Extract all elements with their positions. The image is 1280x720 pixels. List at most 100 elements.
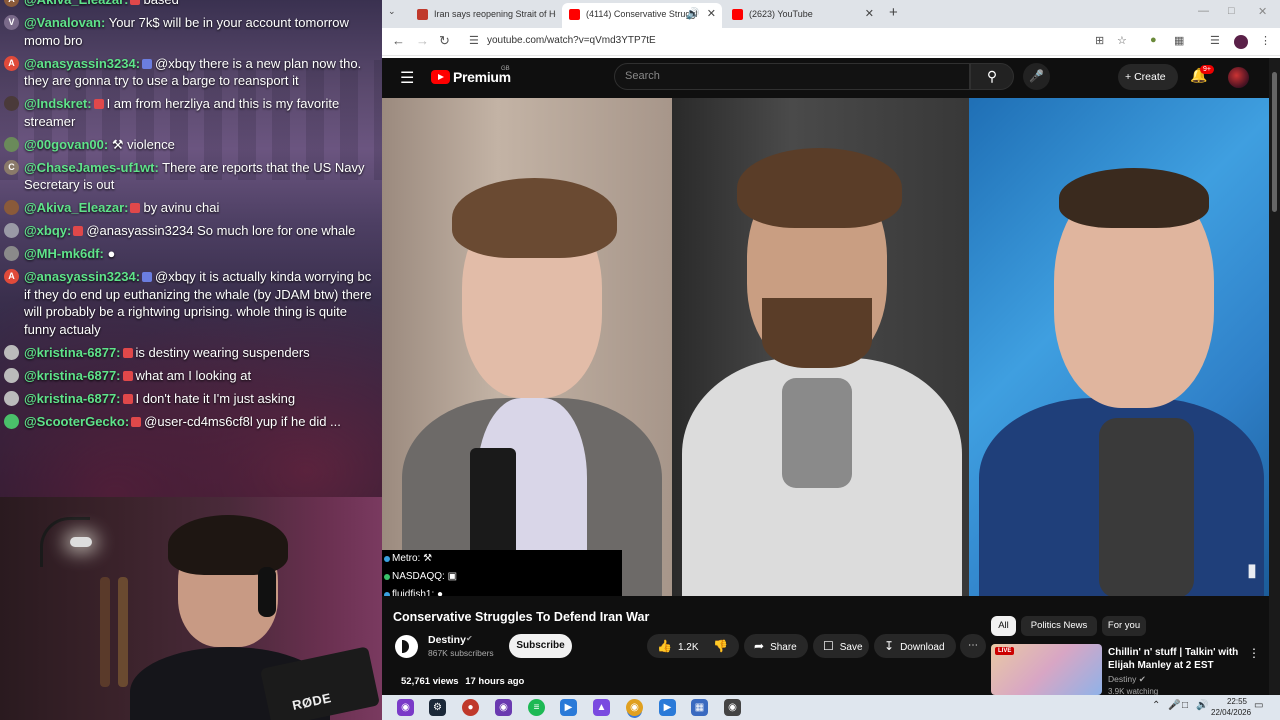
chip-politics-news[interactable]: Politics News [1021,616,1097,636]
spotify-icon[interactable]: ≡ [528,699,545,716]
microphone-tray-icon[interactable]: 🎤 [1168,700,1180,711]
chat-username[interactable]: @anasyassin3234: [24,269,140,284]
notifications-icon[interactable]: ▭ [1254,700,1263,711]
chat-username[interactable]: @Akiva_Eleazar: [24,0,128,7]
clock[interactable]: 22:55 22/04/2026 [1211,696,1251,718]
channel-avatar[interactable] [395,635,418,658]
tray-chevron-icon[interactable]: ⌃ [1152,700,1160,711]
extension-icon[interactable]: ● [1150,34,1157,46]
video-info-area: Conservative Struggles To Defend Iran Wa… [382,596,1280,695]
chat-username[interactable]: @MH-mk6df: [24,246,104,261]
account-avatar[interactable] [1228,67,1249,88]
news-favicon-icon [417,9,428,20]
chat-message: @MH-mk6df: ● [0,245,382,263]
minimize-icon[interactable]: — [1198,5,1209,17]
volume-icon[interactable]: 🔊 [1196,700,1208,711]
maximize-icon[interactable]: □ [1228,5,1235,17]
share-button[interactable]: ➦ Share [744,634,808,658]
site-info-icon[interactable]: ☰ [469,34,479,47]
extensions-puzzle-icon[interactable]: ▦ [1174,34,1184,47]
search-input[interactable] [625,70,945,82]
tab-bar: ⌄ Iran says reopening Strait of Ho (4114… [382,0,1280,28]
forward-icon[interactable]: → [416,33,429,48]
chip-for-you[interactable]: For you [1102,616,1146,636]
subscribe-button[interactable]: Subscribe [509,634,572,658]
like-icon[interactable]: 👍 [657,639,672,653]
back-icon[interactable]: ← [392,33,405,48]
close-window-icon[interactable]: ✕ [1258,5,1267,18]
bookmark-star-icon[interactable]: ☆ [1117,34,1127,47]
chat-username[interactable]: @Akiva_Eleazar: [24,200,128,215]
chat-username[interactable]: @kristina-6877: [24,345,121,360]
chat-username[interactable]: @ScooterGecko: [24,414,129,429]
chat-text: what am I looking at [135,367,252,383]
calculator-icon[interactable]: ▦ [691,699,708,716]
more-actions-button[interactable]: ⋯ [960,634,986,658]
close-tab-icon[interactable]: ✕ [865,3,874,25]
chat-username[interactable]: @00govan00: [24,137,108,152]
save-button[interactable]: ☐ Save [813,634,869,658]
chat-username[interactable]: @ChaseJames-uf1wt: [24,160,159,175]
like-count[interactable]: 1.2K [678,642,699,653]
speaker-hair [737,148,902,228]
streamer-hair [168,515,288,575]
page-scrollbar[interactable] [1269,58,1280,695]
steam-icon[interactable]: ⚙ [429,699,446,716]
tab-search-chevron-icon[interactable]: ⌄ [388,6,396,17]
youtube-logo-icon[interactable] [431,70,450,84]
scrollbar-thumb[interactable] [1272,72,1277,212]
overlay-emote: ▣ [447,571,458,582]
chat-username[interactable]: @Indskret: [24,96,92,111]
chat-text: is destiny wearing suspenders [135,344,310,360]
reload-icon[interactable]: ↻ [439,33,450,49]
chat-user-avatar [4,344,19,360]
recommended-more-icon[interactable]: ⋮ [1248,646,1260,660]
network-icon[interactable]: □ [1182,700,1188,711]
tab-youtube-video[interactable]: (4114) Conservative Struggl 🔊 ✕ [562,3,722,28]
search-button[interactable]: ⚲ [970,63,1014,90]
app-icon-editor[interactable]: ▶ [659,699,676,716]
video-panel-right-speaker [969,98,1269,596]
create-label: Create [1134,71,1166,83]
app-icon-purple[interactable]: ▲ [593,699,610,716]
chip-all[interactable]: All [991,616,1016,636]
close-tab-icon[interactable]: ✕ [707,3,716,25]
chat-username[interactable]: @anasyassin3234: [24,56,140,71]
chat-username[interactable]: @xbqy: [24,223,71,238]
chat-user-avatar [4,390,19,406]
app-icon-proton[interactable]: ◉ [397,699,414,716]
new-tab-icon[interactable]: + [889,4,898,21]
app-icon-dark[interactable]: ◉ [724,699,741,716]
chat-message: C @ChaseJames-uf1wt: There are reports th… [0,159,382,194]
create-button[interactable]: + Create [1118,64,1178,90]
chat-badge-icon [122,393,133,404]
chat-username[interactable]: @kristina-6877: [24,368,121,383]
obs-icon[interactable]: ◉ [495,699,512,716]
download-button[interactable]: ↧ Download [874,634,956,658]
video-player[interactable]: Metro: ⚒ NASDAQQ: ▣ fluidfish1: ● ▮ [382,98,1269,596]
chat-username[interactable]: @Vanalovan: [24,15,105,30]
chrome-icon[interactable]: ◉ [626,699,643,716]
reading-list-icon[interactable]: ☰ [1210,34,1220,47]
channel-watermark-icon[interactable]: ▮ [1247,560,1257,581]
recommended-channel[interactable]: Destiny ✔ [1108,674,1146,685]
url-field[interactable]: youtube.com/watch?v=qVmd3YTP7tE [487,35,656,46]
profile-avatar[interactable] [1234,35,1248,49]
tab-iran-news[interactable]: Iran says reopening Strait of Ho [410,3,556,28]
browser-menu-icon[interactable]: ⋮ [1260,34,1271,47]
tab-youtube-home[interactable]: (2623) YouTube ✕ [725,3,880,28]
app-icon-blue[interactable]: ▶ [560,699,577,716]
chat-username[interactable]: @kristina-6877: [24,391,121,406]
voice-search-button[interactable]: 🎤 [1023,63,1050,90]
channel-name[interactable]: Destiny [428,634,466,646]
chat-text: @anasyassin3234 So much lore for one wha… [86,223,356,238]
chat-user-avatar: V [4,15,19,30]
install-app-icon[interactable]: ⊞ [1095,34,1104,47]
hamburger-menu-icon[interactable]: ☰ [400,68,414,88]
speaker-icon[interactable]: 🔊 [686,3,700,25]
dislike-icon[interactable]: 👎 [713,639,728,653]
recommended-video-title[interactable]: Chillin' n' stuff | Talkin' with Elijah … [1108,646,1244,672]
app-icon-red[interactable]: ● [462,699,479,716]
recommended-video-thumbnail[interactable]: LIVE [991,644,1102,695]
address-bar: ← → ↻ ☰ youtube.com/watch?v=qVmd3YTP7tE … [382,28,1280,56]
